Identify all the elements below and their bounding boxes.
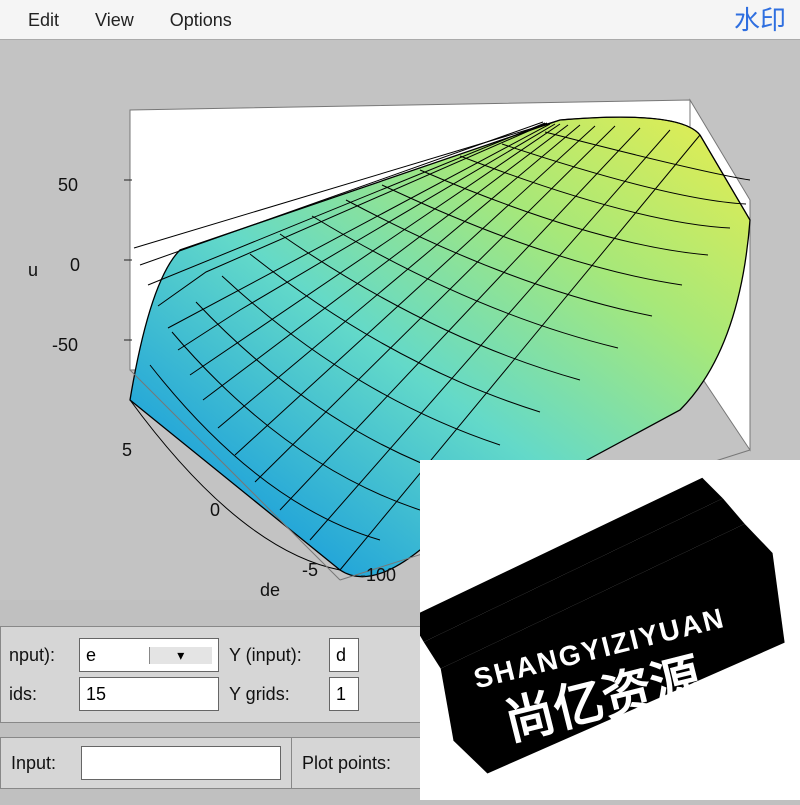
x-input-dropdown[interactable]: e ▾ [79,638,219,672]
menu-bar: Edit View Options 水印 [0,0,800,40]
x-tick--100: -100 [360,565,396,586]
y-axis-label: de [260,580,280,601]
chevron-down-icon: ▾ [149,647,213,664]
z-tick--50: -50 [52,335,78,356]
watermark-logo: SHANGYIZIYUAN 尚亿资源 [420,460,800,800]
menu-view[interactable]: View [77,0,152,40]
menu-edit[interactable]: Edit [10,0,77,40]
ref-input-field[interactable] [81,746,281,780]
menu-options[interactable]: Options [152,0,250,40]
y-grids-value: 1 [336,684,352,705]
y-input-value: d [336,645,352,666]
z-axis-label: u [28,260,38,281]
corner-watermark: 水印 [734,0,786,40]
ref-input-label: Input: [11,753,71,774]
y-tick-5: 5 [122,440,132,461]
x-grids-input[interactable]: 15 [79,677,219,711]
y-tick--5: -5 [302,560,318,581]
y-grids-label: Y grids: [229,684,319,705]
x-input-value: e [86,645,149,666]
x-grids-value: 15 [86,684,212,705]
x-grids-label: ids: [9,684,69,705]
z-tick-0: 0 [70,255,80,276]
y-grids-input[interactable]: 1 [329,677,359,711]
y-input-dropdown[interactable]: d [329,638,359,672]
y-input-label: Y (input): [229,645,319,666]
z-tick-50: 50 [58,175,78,196]
y-tick-0: 0 [210,500,220,521]
x-input-label: nput): [9,645,69,666]
plot-points-label: Plot points: [302,753,412,774]
